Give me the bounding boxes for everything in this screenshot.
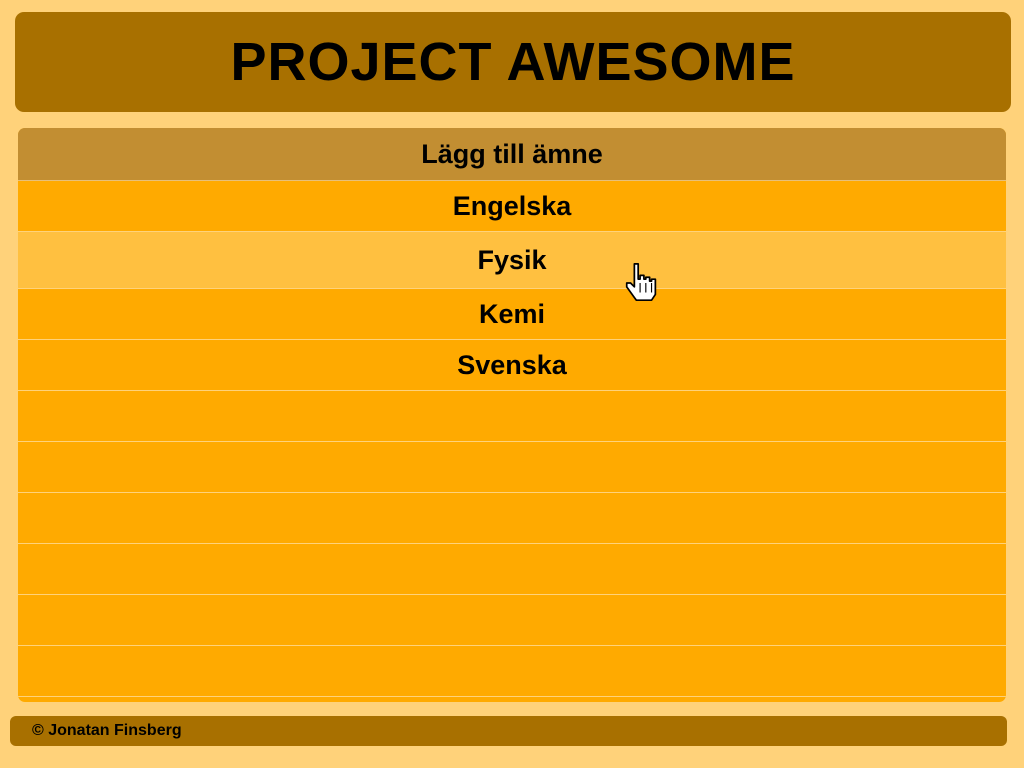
app-header: PROJECT AWESOME [15, 12, 1011, 112]
subject-item-fysik[interactable]: Fysik [18, 232, 1006, 289]
list-item-empty [18, 442, 1006, 493]
subject-item-kemi[interactable]: Kemi [18, 289, 1006, 340]
list-item-empty [18, 544, 1006, 595]
subject-item-svenska[interactable]: Svenska [18, 340, 1006, 391]
list-item-empty [18, 595, 1006, 646]
app-title: PROJECT AWESOME [230, 32, 796, 92]
subject-panel: Lägg till ämne Engelska Fysik Kemi Svens… [18, 128, 1006, 702]
list-item-empty [18, 391, 1006, 442]
subject-item-engelska[interactable]: Engelska [18, 181, 1006, 232]
subject-list: Engelska Fysik Kemi Svenska [18, 181, 1006, 697]
list-item-empty [18, 646, 1006, 697]
app-footer: © Jonatan Finsberg [10, 716, 1007, 746]
add-subject-button[interactable]: Lägg till ämne [18, 128, 1006, 181]
list-item-empty [18, 493, 1006, 544]
copyright-text: © Jonatan Finsberg [32, 722, 182, 739]
app-root: PROJECT AWESOME Lägg till ämne Engelska … [0, 0, 1024, 768]
